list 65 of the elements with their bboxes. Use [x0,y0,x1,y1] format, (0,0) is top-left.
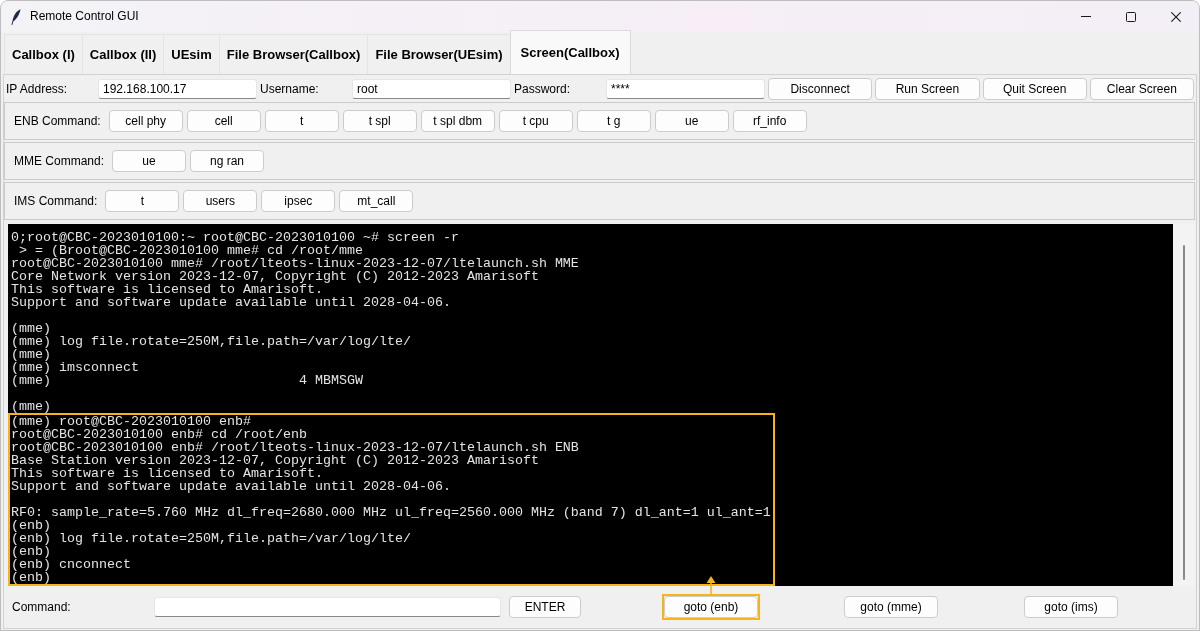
terminal-line: (mme) root@CBC-2023010100 enb# [11,415,251,428]
command-button[interactable]: cell phy [108,110,183,132]
terminal-line: root@CBC-2023010100 enb# cd /root/enb [11,428,307,441]
terminal-line: root@CBC-2023010100 mme# /root/lteots-linux-2023-12-07/ltelaunch.sh MME [11,257,579,270]
terminal-line: (mme) log file.rotate=250M,file.path=/var/log/lte/ [11,335,411,348]
terminal-line: 0;root@CBC-2023010100:~ root@CBC-2023010100 ~# screen -r [11,231,459,244]
field-label: Username: [260,81,320,97]
command-button[interactable]: t spl dbm [420,110,495,132]
command-button[interactable]: t [105,190,180,212]
close-icon[interactable] [1171,11,1181,22]
command-button[interactable]: t spl [342,110,417,132]
terminal-line: (mme) [11,348,51,361]
feather-icon [11,8,21,25]
action-button[interactable]: Clear Screen [1089,78,1194,100]
terminal-line: Base Station version 2023-12-07, Copyright (C) 2012-2023 Amarisoft [11,454,539,467]
command-button[interactable]: cell [186,110,261,132]
terminal-line: RF0: sample_rate=5.760 MHz dl_freq=2680.000 MHz ul_freq=2560.000 MHz (band 7) dl_ant=1 ul_ant=1 [11,506,771,519]
command-button[interactable]: mt_call [339,190,414,212]
goto-button[interactable]: goto (enb) [664,596,758,618]
terminal-line: (mme) 4 MBMSGW [11,374,363,387]
field-label: Command: [12,599,72,615]
enter-button[interactable]: ENTER [509,596,581,618]
group-label: IMS Command: [14,193,98,209]
terminal-line: (mme) [11,400,51,413]
terminal-line: root@CBC-2023010100 enb# /root/lteots-linux-2023-12-07/ltelaunch.sh ENB [11,441,579,454]
terminal-line: (enb) [11,545,51,558]
terminal-line: (mme) imsconnect [11,361,139,374]
field-label: Password: [514,81,572,97]
terminal-line: (enb) [11,571,51,584]
group-label: ENB Command: [14,113,101,129]
goto-button[interactable]: goto (mme) [844,596,938,618]
terminal-line: Core Network version 2023-12-07, Copyright (C) 2012-2023 Amarisoft [11,270,539,283]
command-button[interactable]: t cpu [498,110,573,132]
action-button[interactable]: Quit Screen [982,78,1087,100]
terminal-line: This software is licensed to Amarisoft. [11,283,323,296]
window-title: Remote Control GUI [30,9,139,24]
text-field[interactable]: **** [606,79,765,99]
terminal-line: > = (Broot@CBC-2023010100 mme# cd /root/mme [19,244,363,257]
scrollbar-thumb[interactable] [1183,245,1185,580]
action-button[interactable]: Run Screen [875,78,980,100]
command-button[interactable]: ipsec [261,190,336,212]
terminal-line: (enb) [11,519,51,532]
maximize-icon[interactable] [1126,11,1136,22]
terminal-line: Support and software update available until 2028-04-06. [11,296,451,309]
command-button[interactable]: ng ran [190,150,265,172]
command-field[interactable] [154,597,501,617]
command-button[interactable]: ue [112,150,187,172]
command-button[interactable]: users [183,190,258,212]
terminal-line: (mme) [11,322,51,335]
terminal-line: (enb) log file.rotate=250M,file.path=/var/log/lte/ [11,532,411,545]
group-label: MME Command: [14,153,105,169]
text-field[interactable]: root [352,79,511,99]
goto-button[interactable]: goto (ims) [1024,596,1118,618]
command-button[interactable]: ue [654,110,729,132]
action-button[interactable]: Disconnect [768,78,873,100]
tab[interactable]: Callbox (I) [4,34,83,74]
tab[interactable]: Screen(Callbox) [509,30,631,74]
text-field[interactable]: 192.168.100.17 [98,79,257,99]
command-button[interactable]: rf_info [732,110,807,132]
terminal-line: This software is licensed to Amarisoft. [11,467,323,480]
terminal-line: Support and software update available until 2028-04-06. [11,480,451,493]
field-label: IP Address: [6,81,69,97]
command-button[interactable]: t g [576,110,651,132]
command-button[interactable]: t [264,110,339,132]
terminal-line: (enb) cnconnect [11,558,131,571]
